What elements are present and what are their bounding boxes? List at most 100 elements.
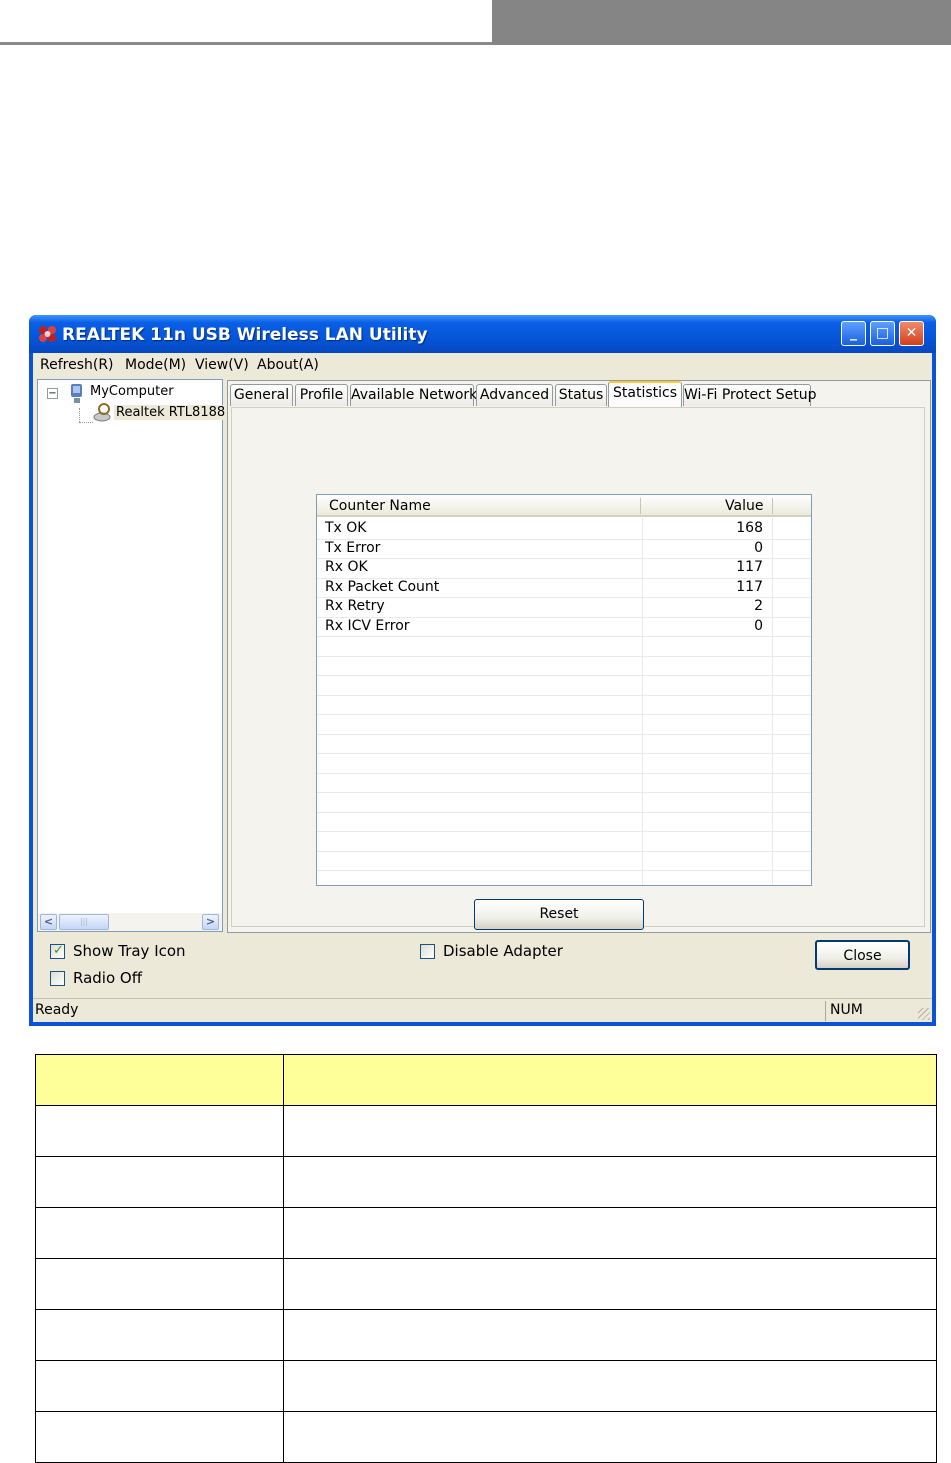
num-lock-indicator: NUM <box>825 1001 881 1021</box>
tree-connector <box>79 408 80 422</box>
table-cell <box>35 1258 284 1310</box>
checkmark-icon: ✓ <box>53 943 64 958</box>
list-row <box>317 774 811 793</box>
utility-window: REALTEK 11n USB Wireless LAN Utility _ □… <box>29 315 936 1026</box>
table-cell <box>283 1309 937 1361</box>
menu-mode[interactable]: Mode(M) <box>125 357 186 373</box>
list-row[interactable]: Tx OK 168 <box>317 520 811 540</box>
table-cell <box>35 1105 284 1157</box>
title-bar[interactable]: REALTEK 11n USB Wireless LAN Utility _ □… <box>29 315 936 353</box>
computer-icon <box>71 384 82 403</box>
list-row <box>317 696 811 715</box>
close-window-button[interactable]: ✕ <box>899 321 924 346</box>
header-rule <box>0 42 492 45</box>
list-row <box>317 657 811 676</box>
tab-wifi-protect-setup[interactable]: Wi-Fi Protect Setup <box>683 384 817 406</box>
counter-value-cell: 168 <box>736 520 763 536</box>
tab-status[interactable]: Status <box>555 384 607 406</box>
counter-value-cell: 117 <box>736 578 763 595</box>
menu-refresh[interactable]: Refresh(R) <box>40 357 114 373</box>
status-bar: Ready NUM <box>33 998 932 1022</box>
table-header-row <box>35 1054 937 1106</box>
list-row <box>317 715 811 735</box>
list-row[interactable]: Rx Retry 2 <box>317 598 811 618</box>
table-cell <box>283 1207 937 1259</box>
disable-adapter-label: Disable Adapter <box>443 942 563 960</box>
scroll-left-icon[interactable]: < <box>40 914 57 930</box>
list-row <box>317 793 811 813</box>
table-cell <box>35 1309 284 1361</box>
table-row <box>35 1309 937 1361</box>
list-row <box>317 852 811 871</box>
tree-node-realtek[interactable]: Realtek RTL8188 <box>114 405 228 420</box>
counter-name-cell: Rx Retry <box>325 598 385 614</box>
close-button[interactable]: Close <box>815 940 910 970</box>
list-row[interactable]: Rx ICV Error 0 <box>317 617 811 637</box>
resize-grip-icon[interactable] <box>918 1008 930 1020</box>
collapse-icon[interactable]: − <box>47 388 58 399</box>
document-page: REALTEK 11n USB Wireless LAN Utility _ □… <box>0 0 951 1463</box>
list-row <box>317 832 811 852</box>
counter-name-cell: Tx OK <box>325 520 367 536</box>
list-row <box>317 735 811 754</box>
table-row <box>35 1411 937 1463</box>
counter-name-cell: Rx ICV Error <box>325 617 410 634</box>
scroll-right-icon[interactable]: > <box>202 914 219 930</box>
counter-value-cell: 0 <box>754 539 763 556</box>
minimize-button[interactable]: _ <box>841 321 866 346</box>
tab-statistics[interactable]: Statistics <box>608 381 682 407</box>
counter-value-cell: 0 <box>754 617 763 634</box>
list-row <box>317 871 811 885</box>
list-row[interactable]: Rx Packet Count 117 <box>317 578 811 598</box>
reset-button[interactable]: Reset <box>474 899 644 930</box>
tab-available-network[interactable]: Available Network <box>350 384 477 406</box>
table-row <box>35 1156 937 1208</box>
table-cell <box>283 1105 937 1157</box>
tree-horizontal-scrollbar[interactable]: < ||| > <box>38 913 222 931</box>
app-icon <box>39 326 56 342</box>
scroll-thumb[interactable]: ||| <box>59 914 109 930</box>
table-cell <box>35 1156 284 1208</box>
counter-name-cell: Rx Packet Count <box>325 578 440 595</box>
radio-off-label: Radio Off <box>73 969 143 987</box>
table-cell <box>35 1207 284 1259</box>
list-row <box>317 637 811 657</box>
counter-name-cell: Tx Error <box>325 539 381 556</box>
radio-off-checkbox[interactable] <box>50 971 65 986</box>
table-cell <box>283 1360 937 1412</box>
tree-node-mycomputer[interactable]: MyComputer <box>90 384 174 399</box>
counter-value-cell: 117 <box>736 559 763 575</box>
show-tray-icon-checkbox[interactable]: ✓ <box>50 943 65 959</box>
adapter-tree: − MyComputer Realtek RTL8188 < ||| > <box>37 379 228 932</box>
table-cell <box>35 1360 284 1412</box>
table-row <box>35 1207 937 1259</box>
status-text: Ready <box>35 1002 79 1018</box>
menu-about[interactable]: About(A) <box>257 357 319 373</box>
tab-general[interactable]: General <box>230 384 293 406</box>
header-divider <box>772 498 773 514</box>
list-row <box>317 754 811 774</box>
show-tray-icon-label: Show Tray Icon <box>73 942 186 960</box>
window-client: Refresh(R) Mode(M) View(V) About(A) − My… <box>33 353 932 1022</box>
table-cell <box>283 1411 937 1463</box>
table-cell <box>283 1258 937 1310</box>
menu-view[interactable]: View(V) <box>195 357 249 373</box>
menu-bar: Refresh(R) Mode(M) View(V) About(A) <box>33 353 932 377</box>
list-row <box>317 813 811 832</box>
list-header: Counter Name Value <box>317 495 811 517</box>
table-cell <box>35 1054 284 1106</box>
statistics-list[interactable]: Counter Name Value Tx OK 168 Tx Error 0 Rx O… <box>316 494 812 886</box>
minimize-icon: _ <box>850 325 857 341</box>
header-value[interactable]: Value <box>725 498 763 514</box>
table-row <box>35 1258 937 1310</box>
tab-profile[interactable]: Profile <box>295 384 348 406</box>
maximize-button[interactable]: □ <box>870 321 895 346</box>
list-row[interactable]: Tx Error 0 <box>317 539 811 559</box>
table-cell <box>283 1054 937 1106</box>
header-counter-name[interactable]: Counter Name <box>329 498 431 514</box>
list-row[interactable]: Rx OK 117 <box>317 559 811 579</box>
tree-connector <box>79 422 93 423</box>
tab-advanced[interactable]: Advanced <box>476 384 553 406</box>
close-icon: ✕ <box>905 325 918 341</box>
disable-adapter-checkbox[interactable] <box>420 944 435 959</box>
